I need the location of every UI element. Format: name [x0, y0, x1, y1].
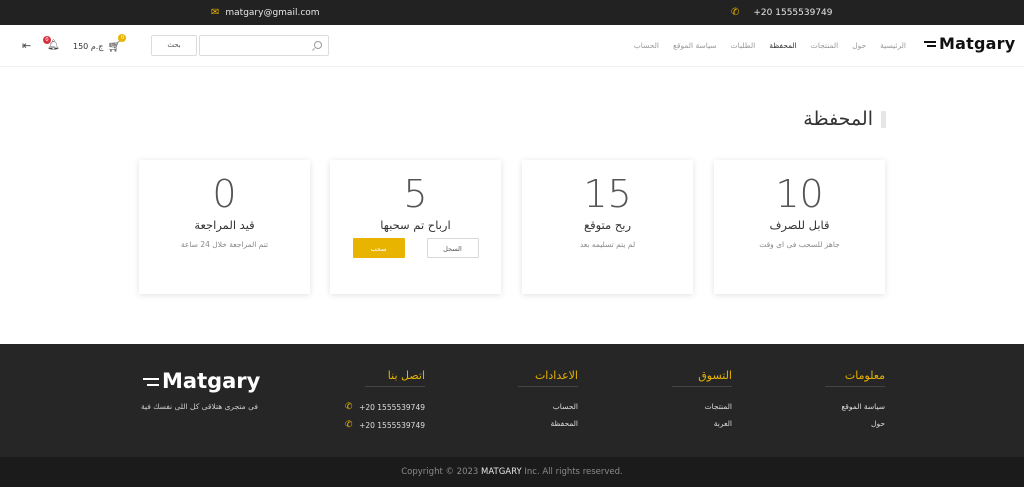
cart[interactable]: 150 ج.م 🛒︎ 0 — [73, 34, 127, 53]
card-value: 5 — [403, 172, 428, 216]
card-value: 15 — [583, 172, 632, 216]
footer-link-cart[interactable]: العربة — [612, 419, 732, 428]
phone-icon: ✆ — [731, 7, 740, 18]
main-navbar: Matgary الرئيسية حول المنتجات المحفظة ال… — [0, 25, 1024, 67]
search-icon — [314, 41, 322, 49]
copyright-suffix: Inc. All rights reserved. — [524, 467, 623, 477]
search-input[interactable] — [199, 35, 329, 56]
wallet-cards: 10 قابل للصرف جاهز للسحب فى اى وقت 15 رب… — [139, 160, 885, 294]
footer-phone[interactable]: ✆ +20 1555539749 — [345, 420, 425, 430]
email-text: matgary@gmail.com — [225, 7, 320, 18]
main-menu: الرئيسية حول المنتجات المحفظة الطلبات سي… — [634, 41, 906, 50]
divider — [518, 386, 578, 387]
top-bar: ✉ matgary@gmail.com ✆ +20 1555539749 — [0, 0, 1024, 25]
card-value: 10 — [775, 172, 824, 216]
site-footer: معلومات سياسة الموقع حول التسوق المنتجات… — [0, 344, 1024, 457]
footer-link-account[interactable]: الحساب — [458, 402, 578, 411]
envelope-icon: ✉ — [211, 7, 220, 18]
copyright-prefix: Copyright © 2023 — [401, 467, 479, 477]
card-title: ارباح تم سحبها — [380, 218, 451, 232]
nav-products[interactable]: المنتجات — [811, 41, 838, 50]
footer-settings-column: الاعدادات الحساب المحفظة — [458, 369, 578, 436]
phone-icon: ✆ — [345, 402, 353, 412]
contact-phone[interactable]: ✆ +20 1555539749 — [731, 7, 833, 18]
footer-link-products[interactable]: المنتجات — [612, 402, 732, 411]
card-under-review: 0 قيد المراجعة تتم المراجعة خلال 24 ساعة — [139, 160, 310, 294]
card-title: قيد المراجعة — [194, 218, 255, 232]
title-accent-bar — [881, 110, 886, 128]
divider — [825, 386, 885, 387]
nav-site-policy[interactable]: سياسة الموقع — [673, 41, 717, 50]
nav-account[interactable]: الحساب — [634, 41, 659, 50]
phone-text: +20 1555539749 — [753, 7, 833, 18]
notifications[interactable]: 0 🔔︎ — [43, 36, 60, 51]
card-actions: سحب السجل — [330, 238, 501, 258]
notification-badge: 0 — [43, 36, 51, 44]
nav-home[interactable]: الرئيسية — [880, 41, 906, 50]
footer-info-column: معلومات سياسة الموقع حول — [765, 369, 885, 436]
cart-icon[interactable]: 🛒︎ 0 — [107, 34, 127, 53]
footer-link-site-policy[interactable]: سياسة الموقع — [765, 402, 885, 411]
page-title: المحفظة — [803, 108, 886, 130]
footer-heading: معلومات — [844, 369, 885, 382]
logo-mark-icon — [924, 39, 938, 49]
cart-amount: 150 ج.م — [73, 42, 104, 51]
card-subtitle: لم يتم تسليمه بعد — [579, 240, 636, 249]
divider — [365, 386, 425, 387]
search-bar: بحث — [151, 35, 329, 56]
copyright-bar: Copyright © 2023 MATGARY Inc. All rights… — [0, 457, 1024, 487]
page-title-text: المحفظة — [803, 108, 873, 130]
card-withdrawn-profits: 5 ارباح تم سحبها سحب السجل — [330, 160, 501, 294]
nav-wallet[interactable]: المحفظة — [769, 41, 797, 50]
footer-contact-column: اتصل بنا ✆ +20 1555539749 ✆ +20 15555397… — [335, 369, 425, 438]
card-title: ربح متوقع — [583, 218, 632, 232]
nav-orders[interactable]: الطلبات — [731, 41, 756, 50]
site-logo[interactable]: Matgary — [924, 34, 1015, 53]
card-withdrawable: 10 قابل للصرف جاهز للسحب فى اى وقت — [714, 160, 885, 294]
footer-phone[interactable]: ✆ +20 1555539749 — [345, 402, 425, 412]
footer-heading: اتصل بنا — [387, 369, 425, 382]
logout-icon[interactable]: ⇤ — [22, 39, 31, 52]
footer-logo[interactable]: Matgary — [143, 369, 260, 393]
cart-count-badge: 0 — [118, 34, 127, 42]
footer-heading: التسوق — [698, 369, 732, 382]
phone-icon: ✆ — [345, 420, 353, 430]
card-subtitle: تتم المراجعة خلال 24 ساعة — [180, 240, 269, 249]
card-subtitle: جاهز للسحب فى اى وقت — [759, 240, 840, 249]
footer-heading: الاعدادات — [534, 369, 578, 382]
log-button[interactable]: السجل — [426, 238, 479, 258]
card-expected-profit: 15 ربح متوقع لم يتم تسليمه بعد — [522, 160, 693, 294]
search-button[interactable]: بحث — [151, 35, 197, 56]
footer-link-about[interactable]: حول — [765, 419, 885, 428]
card-title: قابل للصرف — [769, 218, 830, 232]
footer-tagline: فى متجرى هتلاقى كل اللى نفسك فية — [141, 402, 258, 411]
withdraw-button[interactable]: سحب — [352, 238, 405, 258]
nav-about[interactable]: حول — [852, 41, 866, 50]
footer-link-wallet[interactable]: المحفظة — [458, 419, 578, 428]
divider — [672, 386, 732, 387]
contact-email[interactable]: ✉ matgary@gmail.com — [211, 7, 320, 18]
footer-shopping-column: التسوق المنتجات العربة — [612, 369, 732, 436]
copyright-brand: MATGARY — [481, 467, 522, 477]
logo-mark-icon — [143, 376, 161, 388]
card-value: 0 — [212, 172, 237, 216]
